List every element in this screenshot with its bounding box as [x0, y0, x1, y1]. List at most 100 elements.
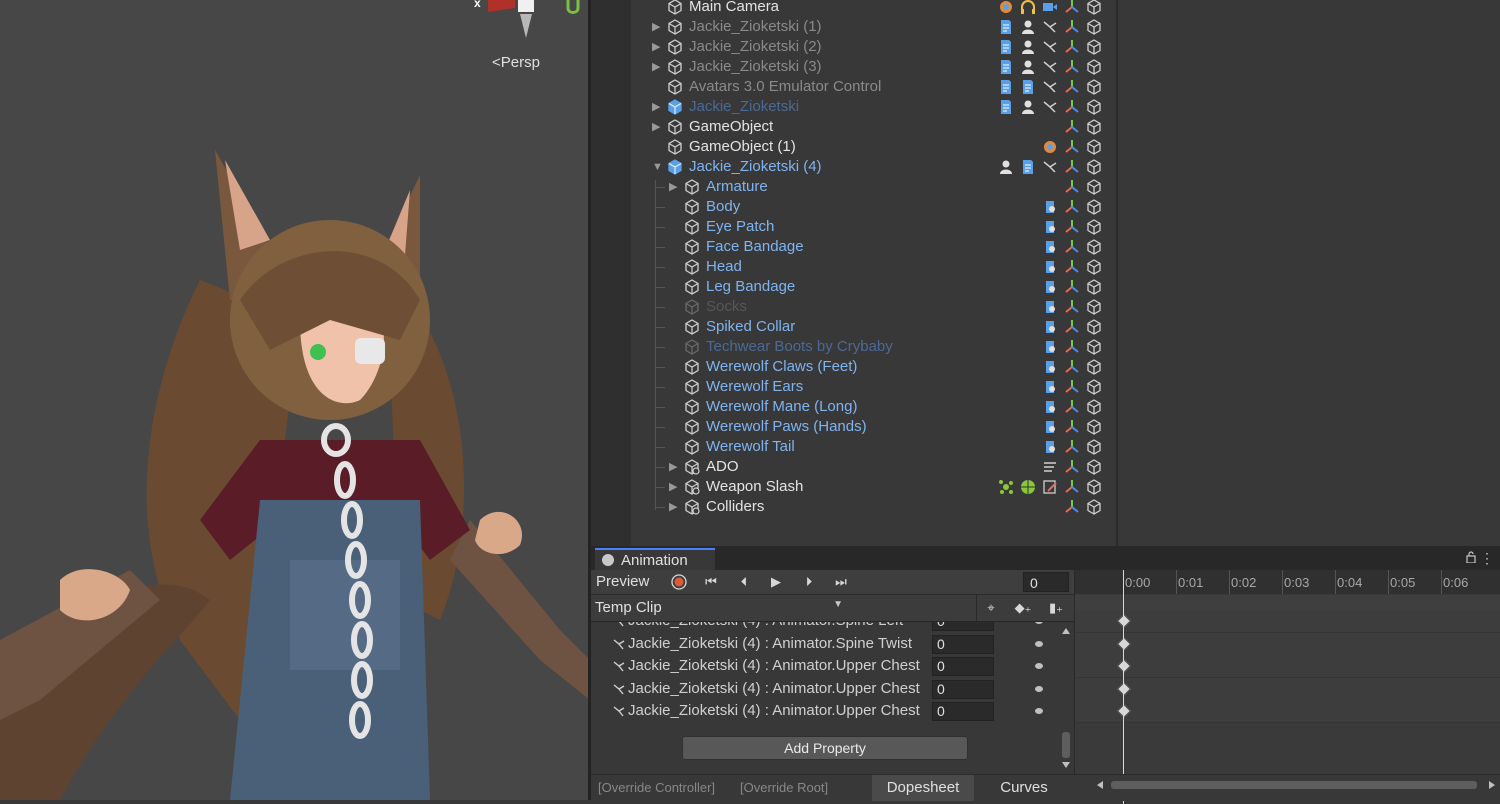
hierarchy-row[interactable]: ▶ Armature: [631, 177, 1116, 197]
projection-toggle[interactable]: <Persp: [492, 54, 540, 71]
frame-field[interactable]: 0: [1023, 572, 1069, 592]
clip-name: Temp Clip: [595, 599, 662, 616]
hierarchy-panel: Main Camera ▶ Jackie_Zioketski (1) ▶ Jackie_…: [591, 0, 1500, 546]
hierarchy-row[interactable]: Techwear Boots by Crybaby: [631, 337, 1116, 357]
hierarchy-row[interactable]: ▶ Jackie_Zioketski (1): [631, 17, 1116, 37]
property-row[interactable]: Jackie_Zioketski (4) : Animator.Upper Ch…: [591, 700, 1061, 722]
hierarchy-row[interactable]: Werewolf Claws (Feet): [631, 357, 1116, 377]
next-keyframe-button[interactable]: ⏵: [795, 572, 823, 592]
expanded-arrow-icon[interactable]: ▼: [652, 157, 664, 177]
bone-icon: [618, 622, 624, 627]
property-menu-dot-icon[interactable]: [1035, 663, 1043, 669]
timeline-scrollbar[interactable]: [1097, 779, 1500, 791]
time-ruler[interactable]: 0:00 0:01 0:02 0:03 0:04 0:05 0:06: [1075, 570, 1500, 594]
keyframe-track[interactable]: [1075, 655, 1500, 678]
collapsed-arrow-icon[interactable]: ▶: [652, 117, 664, 137]
tab-curves[interactable]: Curves: [974, 775, 1074, 801]
skinned-mesh-icon: [1042, 239, 1058, 255]
crosshair-icon: ⌖: [987, 600, 995, 615]
cube-icon: [1086, 139, 1102, 155]
keyframe-diamond[interactable]: [1116, 636, 1132, 651]
property-menu-dot-icon[interactable]: [1035, 622, 1043, 624]
hierarchy-row[interactable]: Main Camera: [631, 0, 1116, 17]
collapsed-arrow-icon[interactable]: ▶: [652, 57, 664, 77]
hierarchy-row[interactable]: ▶ Jackie_Zioketski (3): [631, 57, 1116, 77]
gameobject-icon: [684, 439, 700, 455]
hierarchy-row[interactable]: Leg Bandage: [631, 277, 1116, 297]
hierarchy-row[interactable]: Werewolf Paws (Hands): [631, 417, 1116, 437]
tab-animation[interactable]: Animation: [595, 548, 715, 572]
transform-icon: [1064, 179, 1080, 195]
gameobject-icon: [684, 359, 700, 375]
hierarchy-row[interactable]: Werewolf Mane (Long): [631, 397, 1116, 417]
property-row[interactable]: Jackie_Zioketski (4) : Animator.Spine Le…: [591, 622, 1061, 632]
keyframe-track[interactable]: [1075, 610, 1500, 633]
hierarchy-row[interactable]: Werewolf Ears: [631, 377, 1116, 397]
first-keyframe-button[interactable]: ⏮: [697, 572, 725, 592]
property-menu-dot-icon[interactable]: [1035, 708, 1043, 714]
property-value-field[interactable]: 0: [932, 634, 994, 654]
collapsed-arrow-icon[interactable]: ▶: [652, 17, 664, 37]
filter-by-selection-button[interactable]: ⌖: [977, 598, 1005, 618]
lock-icon[interactable]: [1466, 551, 1476, 563]
collapsed-arrow-icon[interactable]: ▶: [652, 37, 664, 57]
property-row[interactable]: Jackie_Zioketski (4) : Animator.Upper Ch…: [591, 655, 1061, 677]
hierarchy-row[interactable]: ▶ Colliders: [631, 497, 1116, 517]
play-button[interactable]: ▶: [762, 572, 790, 592]
hierarchy-row[interactable]: ▶ Jackie_Zioketski (2): [631, 37, 1116, 57]
keyframe-diamond[interactable]: [1116, 681, 1132, 696]
add-property-button[interactable]: Add Property: [682, 736, 968, 760]
hierarchy-row-label: Jackie_Zioketski (4): [689, 158, 822, 175]
property-value-field[interactable]: 0: [932, 622, 994, 631]
hierarchy-row[interactable]: Eye Patch: [631, 217, 1116, 237]
hierarchy-row[interactable]: Socks: [631, 297, 1116, 317]
property-row[interactable]: Jackie_Zioketski (4) : Animator.Spine Tw…: [591, 633, 1061, 655]
scene-view[interactable]: x <Persp: [0, 0, 590, 800]
keyframe-track[interactable]: [1075, 700, 1500, 723]
keyframe-diamond[interactable]: [1116, 613, 1132, 629]
hierarchy-row[interactable]: Body: [631, 197, 1116, 217]
property-value-field[interactable]: 0: [932, 657, 994, 676]
prev-keyframe-button[interactable]: ⏴: [730, 572, 758, 592]
property-value-field[interactable]: 0: [932, 679, 994, 699]
collapsed-arrow-icon[interactable]: ▶: [669, 477, 681, 497]
menu-kebab-icon[interactable]: ⋮: [1480, 550, 1494, 567]
preview-button[interactable]: Preview: [596, 573, 649, 590]
hierarchy-row[interactable]: Face Bandage: [631, 237, 1116, 257]
add-event-button[interactable]: ▮₊: [1042, 598, 1070, 618]
last-keyframe-button[interactable]: ⏭: [827, 572, 855, 592]
hierarchy-row[interactable]: ▶ Weapon Slash: [631, 477, 1116, 497]
hierarchy-row[interactable]: ▶ ADO: [631, 457, 1116, 477]
hierarchy-row[interactable]: Head: [631, 257, 1116, 277]
collapsed-arrow-icon[interactable]: ▶: [669, 457, 681, 477]
keyframe-track[interactable]: [1075, 677, 1500, 701]
clip-selector[interactable]: Temp Clip ▼: [595, 599, 847, 619]
property-menu-dot-icon[interactable]: [1035, 640, 1043, 647]
add-keyframe-button[interactable]: ◆₊: [1009, 598, 1037, 618]
hierarchy-row[interactable]: ▼ Jackie_Zioketski (4): [631, 157, 1116, 177]
property-menu-dot-icon[interactable]: [1035, 685, 1043, 692]
property-scrollbar[interactable]: [1060, 628, 1072, 768]
hierarchy-row[interactable]: GameObject (1): [631, 137, 1116, 157]
playhead[interactable]: [1123, 570, 1124, 804]
hierarchy-row[interactable]: Werewolf Tail: [631, 437, 1116, 457]
record-button[interactable]: [665, 572, 693, 592]
hierarchy-row[interactable]: ▶ Jackie_Zioketski: [631, 97, 1116, 117]
keyframe-diamond[interactable]: [1116, 703, 1132, 719]
collapsed-arrow-icon[interactable]: ▶: [652, 97, 664, 117]
scene-gizmo[interactable]: x: [470, 0, 590, 45]
dopesheet-timeline[interactable]: 0:00 0:01 0:02 0:03 0:04 0:05 0:06: [1074, 570, 1500, 804]
keyframe-track[interactable]: [1075, 632, 1500, 656]
prefab-icon: [667, 99, 683, 115]
collapsed-arrow-icon[interactable]: ▶: [669, 177, 681, 197]
hierarchy-row[interactable]: ▶ GameObject: [631, 117, 1116, 137]
tree-guide: [655, 507, 665, 508]
property-row[interactable]: Jackie_Zioketski (4) : Animator.Upper Ch…: [591, 678, 1061, 700]
tab-dopesheet[interactable]: Dopesheet: [872, 775, 974, 801]
transform-icon: [1064, 419, 1080, 435]
property-value-field[interactable]: 0: [932, 702, 994, 721]
keyframe-diamond[interactable]: [1116, 658, 1132, 674]
hierarchy-row[interactable]: Avatars 3.0 Emulator Control: [631, 77, 1116, 97]
hierarchy-row[interactable]: Spiked Collar: [631, 317, 1116, 337]
collapsed-arrow-icon[interactable]: ▶: [669, 497, 681, 517]
